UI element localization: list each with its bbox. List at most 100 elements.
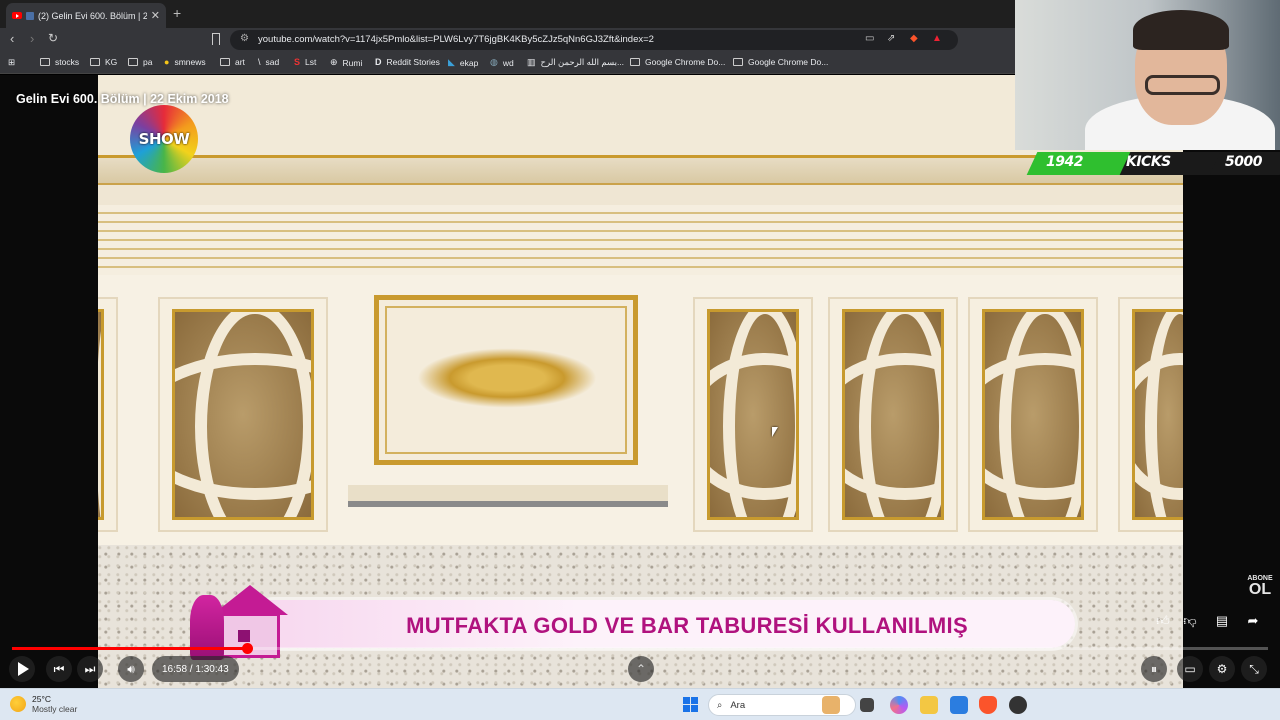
- previous-button[interactable]: ⏮︎: [46, 656, 72, 682]
- next-button[interactable]: ⏭︎: [77, 656, 103, 682]
- site-info-icon[interactable]: ⚙: [240, 33, 249, 44]
- video-title[interactable]: Gelin Evi 600. Bölüm | 22 Ekim 2018: [16, 92, 229, 106]
- forward-icon[interactable]: ›: [30, 31, 34, 46]
- share-page-icon[interactable]: ⇗: [887, 33, 895, 44]
- brave-shield-icon[interactable]: ◆: [910, 33, 918, 44]
- bookmark-pa[interactable]: pa: [128, 57, 152, 67]
- folder-icon: [128, 58, 138, 66]
- close-tab-icon[interactable]: ✕: [151, 9, 160, 22]
- globe-icon: ⊕: [330, 57, 338, 67]
- bookmark-smnews[interactable]: ● smnews: [164, 57, 206, 67]
- bookmark-reddit-stories[interactable]: D Reddit Stories: [375, 57, 440, 67]
- obs-icon[interactable]: [1009, 696, 1027, 714]
- lower-third-text: MUTFAKTA GOLD VE BAR TABURESİ KULLANILMI…: [406, 613, 968, 638]
- folder-icon: [733, 58, 743, 66]
- windows-taskbar: 25°C Mostly clear ⌕ Ara: [0, 688, 1280, 720]
- task-view-icon[interactable]: [860, 698, 874, 712]
- kicks-current: 1942: [1046, 154, 1083, 170]
- dot-icon: ●: [164, 57, 170, 67]
- cabinet-door: [693, 297, 813, 532]
- widgets-icon[interactable]: [822, 696, 840, 714]
- folder-icon: [220, 58, 230, 66]
- bookmark-arabic[interactable]: ▥ بسم الله الرحمن الرح...: [527, 57, 624, 68]
- progress-scrubber[interactable]: [241, 643, 253, 654]
- weather-condition: Mostly clear: [32, 704, 78, 714]
- settings-gear-icon[interactable]: ⚙: [1209, 656, 1235, 682]
- progress-played: [12, 647, 247, 650]
- cabinet-door: [968, 297, 1098, 532]
- range-hood: [348, 485, 668, 507]
- v-icon: \: [258, 57, 261, 67]
- new-tab-button[interactable]: +: [173, 5, 181, 21]
- bookmark-icon[interactable]: [212, 33, 220, 45]
- cast-icon[interactable]: ▭: [865, 33, 874, 44]
- progress-bar[interactable]: [12, 643, 1268, 654]
- copilot-icon[interactable]: [890, 696, 908, 714]
- mouse-cursor-icon: [772, 427, 778, 437]
- d-icon: D: [375, 57, 382, 67]
- show-tv-logo: SHOW: [130, 105, 198, 173]
- thumbs-up-icon[interactable]: 👍︎: [1151, 609, 1175, 633]
- comment-icon[interactable]: ▤: [1210, 609, 1234, 633]
- url-text: youtube.com/watch?v=1174jx5Pmlo&list=PLW…: [258, 34, 654, 45]
- folder-icon: [40, 58, 50, 66]
- bookmark-stocks[interactable]: stocks: [40, 57, 79, 67]
- bookmark-rumi[interactable]: ⊕ Rumi: [330, 57, 362, 68]
- tab-title: (2) Gelin Evi 600. Bölüm | 22 E: [38, 10, 147, 21]
- reload-icon[interactable]: ↻: [48, 31, 58, 45]
- address-bar[interactable]: ⚙ youtube.com/watch?v=1174jx5Pmlo&list=P…: [230, 30, 958, 50]
- kicks-goal-bar: 1942 KICKS 5000: [1020, 150, 1280, 177]
- search-icon: ⌕: [717, 699, 723, 711]
- cabinet-door: [828, 297, 958, 532]
- browser-tab[interactable]: (2) Gelin Evi 600. Bölüm | 22 E ✕: [6, 3, 166, 28]
- cabinet-cornice: [98, 205, 1183, 275]
- gelin-evi-house-logo: [190, 585, 288, 663]
- bookmark-chrome-2[interactable]: Google Chrome Do...: [733, 57, 828, 67]
- weather-temperature: 25°C: [32, 694, 51, 704]
- chevron-up-icon[interactable]: ⌃: [628, 656, 654, 682]
- bookmark-lst[interactable]: S Lst: [294, 57, 316, 67]
- weather-widget[interactable]: 25°C Mostly clear: [10, 694, 77, 714]
- wd-icon: ◍: [490, 57, 498, 67]
- folder-icon: [630, 58, 640, 66]
- bird-icon: ◣: [448, 57, 455, 67]
- hood-panel: [374, 295, 638, 465]
- thumbs-down-icon[interactable]: 👎︎: [1178, 609, 1202, 633]
- bookmark-sad[interactable]: \ sad: [258, 57, 279, 67]
- bookmark-ekap[interactable]: ◣ ekap: [448, 57, 478, 68]
- kicks-label: KICKS: [1126, 154, 1171, 170]
- time-display: 16:58 / 1:30:43: [152, 656, 239, 682]
- cabinet-door: [158, 297, 328, 532]
- youtube-icon: [12, 12, 22, 19]
- tab-strip: (2) Gelin Evi 600. Bölüm | 22 E ✕ +: [0, 0, 1015, 28]
- folder-icon: [90, 58, 100, 66]
- bookmark-wd[interactable]: ◍ wd: [490, 57, 514, 68]
- bookmark-kg[interactable]: KG: [90, 57, 117, 67]
- bookmark-art[interactable]: art: [220, 57, 245, 67]
- brave-rewards-icon[interactable]: ▲: [932, 33, 942, 44]
- brave-browser-icon[interactable]: [979, 696, 997, 714]
- snipping-tool-icon[interactable]: [950, 696, 968, 714]
- tab-audio-icon: [26, 11, 34, 20]
- windows-start-icon[interactable]: [683, 697, 698, 712]
- exit-fullscreen-icon[interactable]: ⤡: [1241, 656, 1267, 682]
- building-icon: ▥: [527, 57, 536, 67]
- autoplay-toggle[interactable]: ⏸︎: [1141, 656, 1167, 682]
- file-explorer-icon[interactable]: [920, 696, 938, 714]
- cabinet-door: [1118, 297, 1183, 532]
- search-placeholder: Ara: [730, 699, 746, 711]
- volume-icon[interactable]: 🔊︎: [118, 656, 144, 682]
- subtitles-icon[interactable]: ▭: [1177, 656, 1203, 682]
- lower-third-banner: MUTFAKTA GOLD VE BAR TABURESİ KULLANILMI…: [190, 585, 1075, 660]
- play-button[interactable]: [9, 656, 35, 682]
- share-icon[interactable]: ➦: [1241, 609, 1265, 633]
- webcam-overlay: [1015, 0, 1280, 150]
- subscribe-watermark: ABONE OL: [1247, 575, 1273, 598]
- back-icon[interactable]: ‹: [10, 31, 14, 46]
- browser-toolbar: ‹ › ↻ ⚙ youtube.com/watch?v=1174jx5Pmlo&…: [0, 28, 1015, 52]
- apps-icon[interactable]: ⊞: [8, 57, 15, 68]
- gold-ornament: [417, 348, 597, 408]
- weather-moon-icon: [10, 696, 26, 712]
- s-icon: S: [294, 57, 301, 67]
- bookmark-chrome-1[interactable]: Google Chrome Do...: [630, 57, 725, 67]
